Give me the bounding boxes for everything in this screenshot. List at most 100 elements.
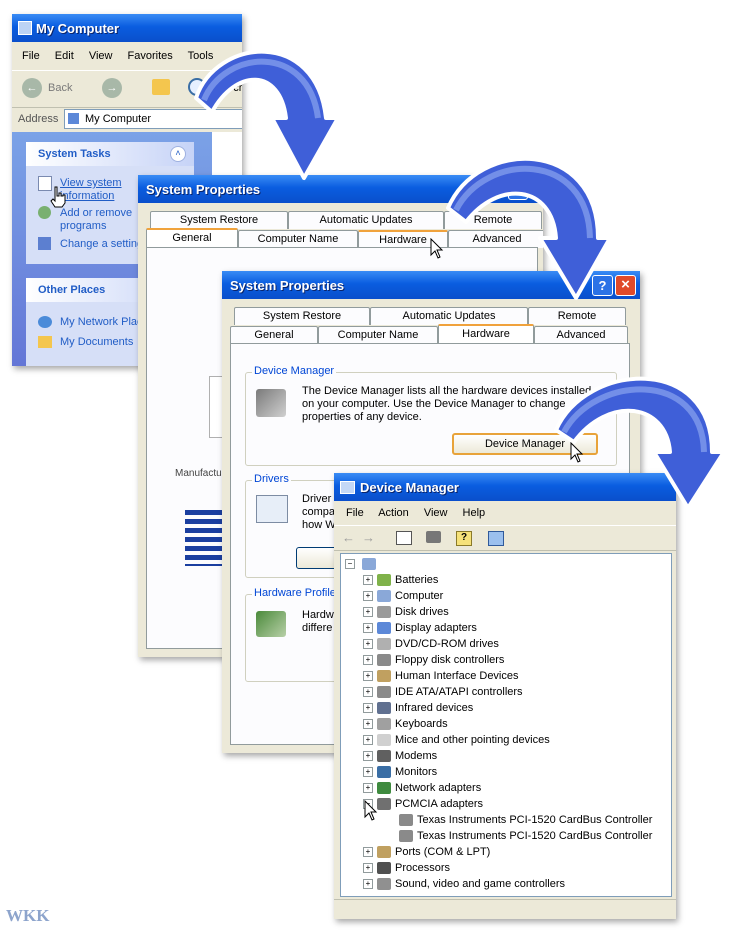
place-documents[interactable]: My Documents [60,336,133,348]
tree-item-category[interactable]: + Monitors [363,764,437,780]
task-change-setting[interactable]: Change a setting [60,238,143,250]
tree-item-label: Mice and other pointing devices [395,734,550,746]
tree-item-label: Monitors [395,766,438,778]
manufacturer-label: Manufactu [175,468,222,479]
tree-item-category[interactable]: + Mice and other pointing devices [363,732,550,748]
tree-item-category[interactable]: + Disk drives [363,604,449,620]
tree-item-label: Texas Instruments PCI-1520 CardBus Contr… [417,814,653,826]
tree-item-category[interactable]: + Batteries [363,572,438,588]
back-arrow-icon[interactable]: ← [342,530,355,545]
window-title: My Computer [36,21,120,36]
menu-help[interactable]: Help [463,507,486,519]
tree-item-label: Infrared devices [395,702,474,714]
menubar: File Action View Help [346,507,497,519]
print-icon[interactable] [426,531,441,543]
driver-signing-button[interactable] [296,547,338,569]
tree-item-device[interactable]: Texas Instruments PCI-1520 CardBus Contr… [399,812,652,828]
tree-item-label: Computer [395,590,444,602]
tree-item-category[interactable]: + Human Interface Devices [363,668,519,684]
tree-item-category[interactable]: + Floppy disk controllers [363,652,504,668]
close-icon[interactable]: × [615,275,636,296]
up-folder-icon[interactable] [152,79,170,95]
tree-root[interactable]: − [345,556,380,572]
tab-advanced[interactable]: Advanced [534,326,628,344]
expand-icon[interactable]: + [363,783,373,794]
tree-item-category[interactable]: + IDE ATA/ATAPI controllers [363,684,523,700]
tab-hardware[interactable]: Hardware [438,324,534,345]
tree-item-category[interactable]: + Modems [363,748,437,764]
tree-item-category[interactable]: + Processors [363,860,450,876]
tree-item-label: Ports (COM & LPT) [395,846,491,858]
expand-icon[interactable]: + [363,639,373,650]
device-icon [377,734,391,747]
expand-icon[interactable]: + [363,703,373,714]
expand-icon[interactable]: + [363,751,373,762]
menu-favorites[interactable]: Favorites [128,50,173,62]
help-icon[interactable]: ? [456,531,472,546]
tree-item-category[interactable]: + Sound, video and game controllers [363,876,565,892]
tree-item-label: Processors [395,862,451,874]
tab-system-restore[interactable]: System Restore [150,211,288,229]
tab-general[interactable]: General [230,326,318,344]
expand-icon[interactable]: + [363,607,373,618]
tab-automatic-updates[interactable]: Automatic Updates [288,211,444,229]
expand-icon[interactable]: + [363,671,373,682]
address-label: Address [18,113,59,125]
pointer-cursor-icon [570,442,584,463]
expand-icon[interactable]: + [363,767,373,778]
forward-arrow-icon[interactable]: → [102,78,122,98]
tree-item-category[interactable]: + Keyboards [363,716,448,732]
expand-icon[interactable]: + [363,623,373,634]
computer-icon [68,113,79,124]
task-add-remove-programs[interactable]: Add or remove programs [60,207,134,233]
tab-computer-name[interactable]: Computer Name [238,230,358,248]
tree-item-pcmcia-adapters[interactable]: −PCMCIA adapters [363,796,483,812]
device-icon [377,686,391,699]
tab-computer-name[interactable]: Computer Name [318,326,438,344]
expand-icon[interactable]: + [363,591,373,602]
expand-icon[interactable]: + [363,687,373,698]
expand-icon[interactable]: + [363,719,373,730]
tab-general[interactable]: General [146,228,238,249]
menu-file[interactable]: File [346,507,364,519]
tab-system-restore[interactable]: System Restore [234,307,370,325]
tree-item-category[interactable]: + Infrared devices [363,700,473,716]
expand-icon[interactable]: + [363,655,373,666]
tree-item-category[interactable]: + Network adapters [363,780,481,796]
menu-file[interactable]: File [22,50,40,62]
tree-item-category[interactable]: + DVD/CD-ROM drives [363,636,499,652]
device-icon [377,798,391,811]
settings-icon [38,237,51,250]
menu-view[interactable]: View [89,50,113,62]
device-icon [399,830,413,843]
expand-icon[interactable]: + [363,847,373,858]
tree-item-category[interactable]: + Display adapters [363,620,477,636]
collapse-icon[interactable]: − [345,559,355,570]
task-view-system-info[interactable]: View system information [60,177,124,203]
console-tree-icon[interactable] [396,531,412,545]
expand-icon[interactable]: + [363,735,373,746]
menu-action[interactable]: Action [378,507,409,519]
expand-icon[interactable]: + [363,879,373,890]
expand-icon[interactable]: + [363,863,373,874]
window-title: Device Manager [360,480,459,495]
hardware-profiles-icon [256,611,286,637]
menu-edit[interactable]: Edit [55,50,74,62]
computer-icon [340,481,355,494]
tree-item-category[interactable]: + Ports (COM & LPT) [363,844,490,860]
device-icon [377,862,391,875]
device-icon [377,766,391,779]
forward-arrow-icon[interactable]: → [362,530,375,545]
back-arrow-icon[interactable]: ← [22,78,42,98]
device-manager-icon [256,389,286,417]
menu-view[interactable]: View [424,507,448,519]
back-label[interactable]: Back [48,82,72,94]
system-tasks-header[interactable]: System Tasks ˄ [26,142,194,166]
device-icon [377,654,391,667]
tree-item-device[interactable]: Texas Instruments PCI-1520 CardBus Contr… [399,828,652,844]
properties-icon[interactable] [488,531,504,546]
expand-icon[interactable]: + [363,575,373,586]
tree-item-label: Texas Instruments PCI-1520 CardBus Contr… [417,830,653,842]
toolbar: ← → ? [334,525,676,551]
tree-item-category[interactable]: + Computer [363,588,443,604]
